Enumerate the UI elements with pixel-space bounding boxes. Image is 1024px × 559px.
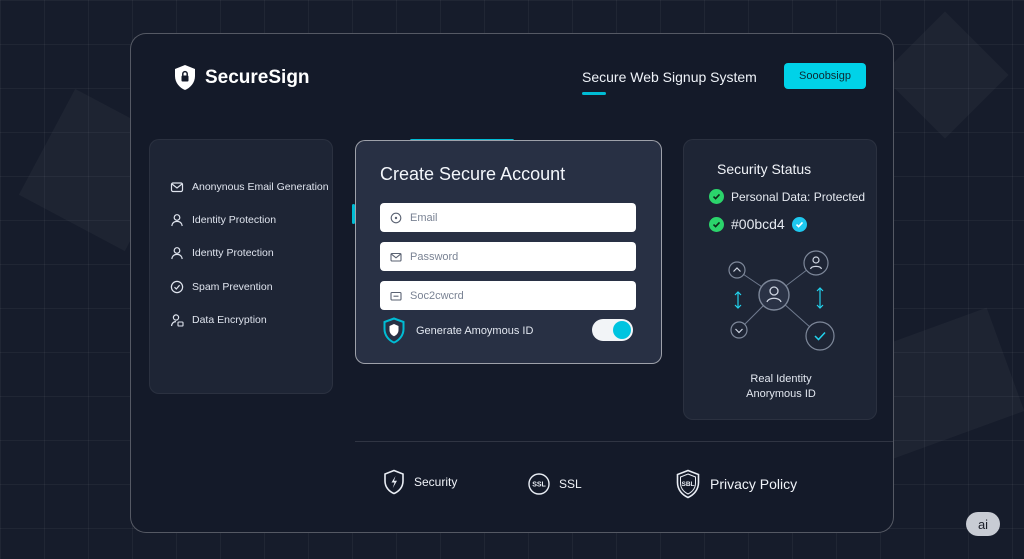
feature-label: Anonynous Email Generation	[192, 181, 329, 193]
status-title: Security Status	[717, 161, 812, 177]
background-shape	[881, 11, 1008, 138]
envelope-icon	[390, 252, 402, 262]
password-field[interactable]	[380, 242, 636, 271]
feature-label: Spam Prevention	[192, 281, 273, 293]
footer-privacy-label: Privacy Policy	[710, 476, 798, 492]
status-item-personal-data: Personal Data: Protected	[709, 189, 865, 204]
toggle-knob	[613, 321, 631, 339]
node-check	[805, 321, 835, 351]
status-item-color: #00bcd4	[709, 216, 807, 232]
form-title: Create Secure Account	[380, 164, 566, 184]
signup-form: Create Secure Account Email Soc2cwcrd Ge…	[355, 140, 662, 364]
password-input[interactable]	[410, 250, 610, 263]
anonymous-id-toggle[interactable]	[592, 319, 633, 341]
shield-badge-icon: SBL	[676, 469, 700, 499]
check-icon	[709, 189, 724, 204]
ai-badge: ai	[966, 512, 1000, 536]
email-field[interactable]	[380, 203, 636, 232]
real-identity-label: Real Identity	[750, 373, 812, 385]
shield-icon	[175, 65, 195, 90]
footer-ssl-link[interactable]: SSL SSL	[528, 473, 582, 495]
header-title[interactable]: Secure Web Signup System	[582, 69, 757, 85]
lock-user-icon	[170, 314, 184, 327]
features-panel: Anonynous Email Generation Identity Prot…	[149, 139, 333, 394]
signup-button[interactable]: Sooobsigp	[784, 63, 866, 89]
ssl-icon-text: SSL	[532, 482, 546, 489]
user-icon	[171, 247, 183, 260]
privacy-icon-text: SBL	[682, 481, 695, 488]
app-window: SecureSign Secure Web Signup System Sooo…	[130, 33, 894, 533]
generate-anonymous-id-row: Generate Amoymous ID	[382, 317, 533, 344]
status-item-label: Personal Data: Protected	[731, 189, 866, 204]
feature-label: Identity Protection	[192, 214, 277, 226]
status-item-label: #00bcd4	[731, 216, 785, 232]
footer-divider	[355, 441, 893, 442]
anonymous-id-label: Anorymous ID	[746, 388, 816, 400]
generate-label: Generate Amoymous ID	[416, 324, 534, 337]
user-icon	[171, 214, 183, 227]
footer-security-link[interactable]: Security	[383, 469, 457, 495]
feature-item-spam-prevention[interactable]: Spam Prevention	[170, 280, 273, 294]
info-icon	[390, 212, 402, 223]
security-status-panel: Security Status Personal Data: Protected…	[683, 139, 877, 420]
logo[interactable]: SecureSign	[173, 64, 310, 91]
footer-ssl-label: SSL	[559, 477, 582, 491]
footer-privacy-link[interactable]: SBL Privacy Policy	[675, 469, 797, 499]
identity-network-diagram	[728, 250, 835, 351]
app-name: SecureSign	[205, 66, 310, 88]
node-small-check	[730, 321, 748, 339]
feature-item-anonymous-email[interactable]: Anonynous Email Generation	[170, 180, 329, 194]
feature-item-data-encryption[interactable]: Data Encryption	[170, 313, 267, 327]
email-icon	[170, 182, 184, 193]
node-small	[728, 261, 746, 279]
email-input[interactable]	[410, 211, 610, 224]
footer-security-label: Security	[414, 475, 458, 489]
key-icon	[390, 291, 402, 301]
feature-item-identity-protection-2[interactable]: Identty Protection	[170, 246, 274, 260]
verified-icon	[791, 216, 807, 232]
shield-lightning-icon	[384, 469, 404, 495]
check-icon	[709, 216, 724, 232]
header-active-indicator	[582, 92, 606, 95]
spam-icon	[170, 280, 184, 294]
confirm-input[interactable]	[410, 289, 610, 302]
confirm-field[interactable]	[380, 281, 636, 310]
feature-item-identity-protection[interactable]: Identity Protection	[170, 213, 276, 227]
feature-label: Identty Protection	[192, 247, 274, 259]
shield-check-icon	[383, 317, 405, 344]
feature-label: Data Encryption	[192, 314, 267, 326]
ssl-icon: SSL	[528, 473, 550, 495]
